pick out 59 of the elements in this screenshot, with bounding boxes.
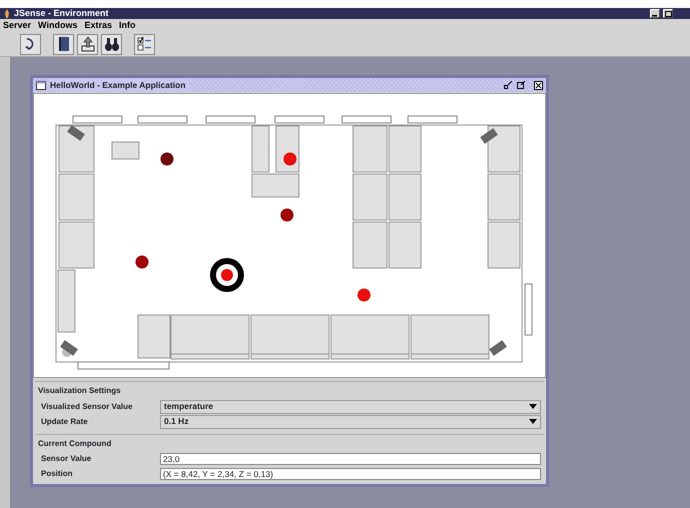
window-drawing — [206, 116, 256, 124]
desk-drawing — [388, 174, 422, 220]
upload-icon — [78, 35, 96, 53]
maximize-icon[interactable] — [517, 81, 526, 89]
app-icon — [3, 9, 11, 18]
desk-drawing — [388, 126, 422, 172]
window-drawing — [342, 116, 392, 124]
dropdown-arrow-icon — [529, 419, 537, 424]
sensor-dot[interactable] — [280, 208, 294, 222]
group-title: Visualization Settings — [38, 386, 123, 396]
desk-drawing — [488, 174, 520, 220]
checklist-icon — [136, 35, 154, 53]
close-icon[interactable] — [534, 80, 543, 90]
desk-drawing — [352, 126, 388, 172]
field-label: Sensor Value — [40, 453, 92, 465]
window-title: HelloWorld - Example Application — [50, 78, 190, 92]
menu-item[interactable]: Server — [3, 18, 32, 32]
minimize-button[interactable] — [650, 9, 660, 18]
sensor-dot[interactable] — [136, 256, 148, 268]
desk-drawing — [112, 142, 140, 160]
text-field[interactable]: (X = 8,42, Y = 2,34, Z = 0,13) — [160, 468, 541, 480]
binoculars-icon — [102, 35, 120, 53]
sensor-dot[interactable] — [160, 152, 174, 166]
desk-drawing — [352, 174, 388, 220]
sensor-dot[interactable] — [358, 288, 370, 302]
checklist-button[interactable] — [134, 34, 155, 54]
desk-drawing — [58, 126, 94, 172]
desk-drawing — [488, 222, 520, 268]
maximize-button[interactable] — [663, 9, 673, 18]
field-label: Position — [40, 468, 74, 480]
field-label: Visualized Sensor Value — [40, 400, 134, 412]
menu-item[interactable]: Extras — [84, 18, 112, 32]
text-field[interactable]: 23,0 — [160, 453, 541, 465]
desk-drawing — [352, 222, 388, 268]
desk-drawing — [58, 174, 94, 220]
dropdown[interactable]: 0.1 Hz — [160, 414, 541, 428]
dropdown-arrow-icon — [529, 404, 537, 409]
window-drawing — [524, 284, 532, 336]
desk-drawing — [488, 126, 520, 172]
window-drawing — [138, 116, 188, 124]
sensor-dot[interactable] — [284, 152, 296, 166]
field-label: Update Rate — [40, 416, 89, 428]
refresh-button[interactable] — [20, 34, 41, 54]
window-icon — [36, 80, 46, 90]
book-button[interactable] — [53, 34, 74, 54]
window-title: JSense - Environment — [14, 6, 110, 20]
iconify-icon[interactable] — [504, 81, 513, 89]
selected-sensor-marker[interactable] — [210, 258, 244, 292]
upload-button[interactable] — [77, 34, 98, 54]
desk-drawing — [388, 222, 422, 268]
menu-item[interactable]: Windows — [38, 18, 78, 32]
group-title: Current Compound — [38, 438, 114, 448]
maximize-icon — [664, 10, 672, 16]
window-drawing — [408, 116, 458, 124]
menu-item[interactable]: Info — [118, 18, 136, 32]
window-drawing — [72, 116, 122, 124]
binoculars-button[interactable] — [101, 34, 122, 54]
window-drawing — [274, 116, 324, 124]
dropdown[interactable]: temperature — [160, 400, 541, 414]
